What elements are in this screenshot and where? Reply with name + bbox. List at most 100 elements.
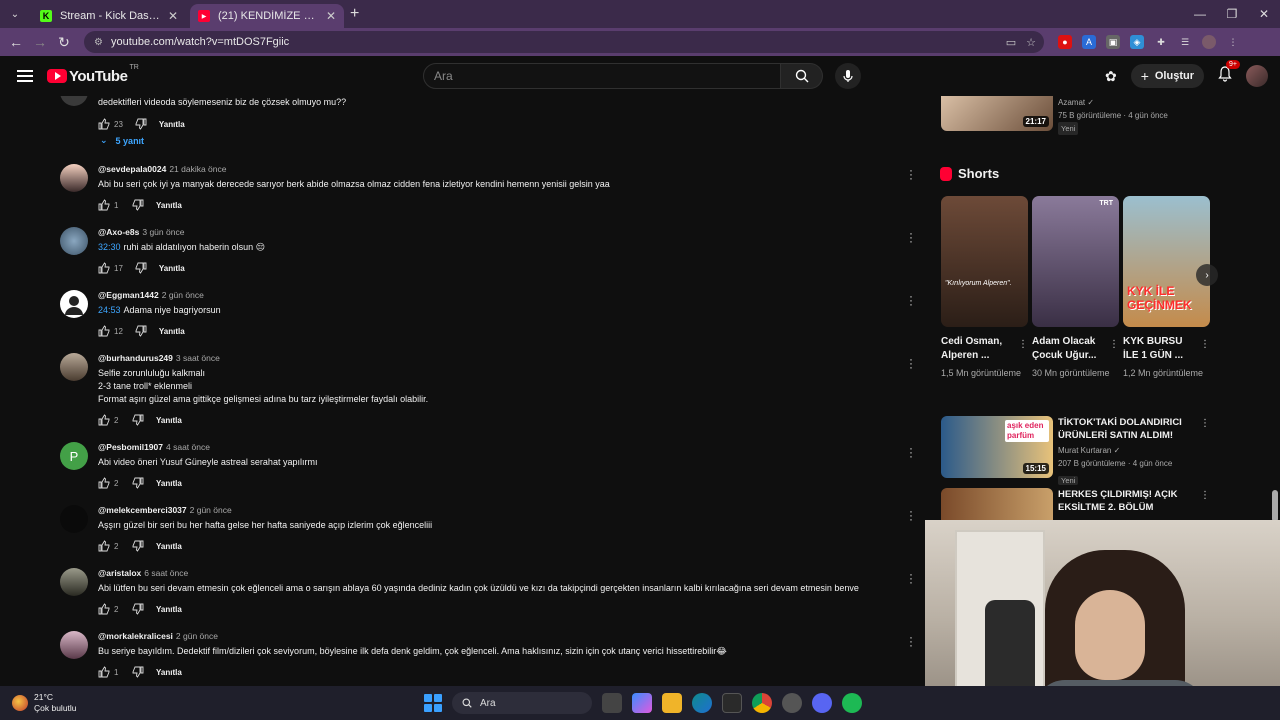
avatar[interactable] (60, 568, 88, 596)
channel-name[interactable]: Azamat (1058, 98, 1085, 107)
comment-menu-icon[interactable]: · · · (908, 290, 914, 310)
close-window-icon[interactable]: ✕ (1248, 7, 1280, 21)
reload-icon[interactable]: ↻ (52, 34, 76, 51)
comment-author[interactable]: @melekcemberci3037 (98, 505, 187, 515)
create-button[interactable]: + Oluştur (1130, 64, 1204, 88)
avatar[interactable] (60, 227, 88, 255)
comment-author[interactable]: @aristalox (98, 568, 141, 578)
reply-button[interactable]: Yanıtla (156, 542, 182, 551)
browser-menu-icon[interactable]: ⋮ (1226, 35, 1240, 49)
comment-author[interactable]: @Eggman1442 (98, 290, 159, 300)
weather-widget[interactable]: 21°C Çok bulutlu (12, 692, 77, 714)
video-thumbnail[interactable] (941, 488, 1053, 520)
menu-hamburger-icon[interactable] (17, 70, 33, 82)
more-options-icon[interactable]: ⋮ (1200, 339, 1210, 350)
extension-translate-icon[interactable]: A (1082, 35, 1096, 49)
dislike-icon[interactable] (135, 325, 147, 337)
video-thumbnail[interactable]: 21:17 (941, 96, 1053, 131)
search-input[interactable] (423, 63, 781, 89)
dislike-icon[interactable] (132, 603, 144, 615)
avatar[interactable] (60, 631, 88, 659)
extensions-puzzle-icon[interactable]: ✚ (1154, 35, 1168, 49)
avatar[interactable] (60, 164, 88, 192)
comment-menu-icon[interactable]: · · · (908, 442, 914, 462)
extension-blue-icon[interactable]: ◈ (1130, 35, 1144, 49)
like-icon[interactable] (98, 118, 110, 130)
chrome-icon[interactable] (752, 693, 772, 713)
extension-gray-icon[interactable]: ▣ (1106, 35, 1120, 49)
shorts-next-chevron-icon[interactable]: › (1196, 264, 1218, 286)
comment-menu-icon[interactable]: · · · (908, 568, 914, 588)
like-icon[interactable] (98, 477, 110, 489)
store-icon[interactable] (722, 693, 742, 713)
short-thumbnail[interactable]: "Kırılıyorum Alperen". (941, 196, 1028, 327)
dislike-icon[interactable] (132, 199, 144, 211)
video-title[interactable]: HERKES ÇILDIRMIŞ! AÇIK EKSİLTME 2. BÖLÜM (1058, 488, 1198, 514)
taskbar-search[interactable]: Ara (452, 692, 592, 714)
settings-gear-icon[interactable] (782, 693, 802, 713)
video-title[interactable]: TİKTOK'TAKİ DOLANDIRICI ÜRÜNLERİ SATIN A… (1058, 416, 1198, 442)
close-tab-icon[interactable]: ✕ (168, 9, 178, 23)
forward-icon[interactable]: → (28, 34, 52, 50)
minimize-icon[interactable]: — (1184, 7, 1216, 21)
voice-search-button[interactable] (835, 63, 861, 89)
comment-time[interactable]: 2 gün önce (162, 290, 204, 300)
comment-menu-icon[interactable]: · · · (908, 631, 914, 651)
dislike-icon[interactable] (135, 262, 147, 274)
reply-button[interactable]: Yanıtla (156, 605, 182, 614)
comment-time[interactable]: 2 gün önce (190, 505, 232, 515)
profile-avatar-icon[interactable] (1202, 35, 1216, 49)
copilot-icon[interactable] (632, 693, 652, 713)
comment-author[interactable]: @burhandurus249 (98, 353, 173, 363)
file-explorer-icon[interactable] (662, 693, 682, 713)
comment-author[interactable]: @Axo-e8s (98, 227, 139, 237)
spotify-icon[interactable] (842, 693, 862, 713)
avatar[interactable] (60, 290, 88, 318)
comment-time[interactable]: 3 gün önce (142, 227, 184, 237)
notifications-button[interactable]: 9+ (1218, 59, 1240, 87)
reply-button[interactable]: Yanıtla (156, 416, 182, 425)
more-options-icon[interactable]: ⋮ (1018, 339, 1028, 350)
short-title[interactable]: Adam Olacak Çocuk Uğur... (1032, 335, 1102, 363)
more-options-icon[interactable]: ⋮ (1200, 490, 1210, 501)
short-item[interactable]: "Kırılıyorum Alperen". Cedi Osman, Alper… (941, 196, 1028, 380)
cast-icon[interactable]: ▭ (1006, 36, 1016, 49)
short-item[interactable]: TRT Adam Olacak Çocuk Uğur... 30 Mn görü… (1032, 196, 1119, 380)
avatar[interactable] (60, 505, 88, 533)
short-item[interactable]: KYK İLE GEÇİNMEK KYK BURSU İLE 1 GÜN ...… (1123, 196, 1210, 380)
short-thumbnail[interactable]: KYK İLE GEÇİNMEK (1123, 196, 1210, 327)
comment-menu-icon[interactable]: · · · (908, 353, 914, 373)
page-scrollbar[interactable] (1272, 490, 1278, 522)
dislike-icon[interactable] (135, 118, 147, 130)
comment-author[interactable]: @morkalekralicesi (98, 631, 173, 641)
dislike-icon[interactable] (132, 540, 144, 552)
extension-red-icon[interactable]: ● (1058, 35, 1072, 49)
more-options-icon[interactable]: ⋮ (1109, 339, 1119, 350)
like-icon[interactable] (98, 603, 110, 615)
account-avatar[interactable] (1246, 65, 1268, 87)
channel-name[interactable]: Murat Kurtaran (1058, 446, 1111, 455)
windows-start-icon[interactable] (424, 694, 442, 712)
search-button[interactable] (781, 63, 823, 89)
discord-icon[interactable] (812, 693, 832, 713)
short-title[interactable]: Cedi Osman, Alperen ... (941, 335, 1011, 363)
more-options-icon[interactable]: ⋮ (1200, 418, 1210, 429)
comment-menu-icon[interactable]: · · · (908, 505, 914, 525)
youtube-logo[interactable]: YouTube TR (47, 64, 139, 85)
address-bar[interactable]: ⚙ youtube.com/watch?v=mtDOS7Fgiic ▭ ☆ (84, 31, 1044, 53)
like-icon[interactable] (98, 414, 110, 426)
dislike-icon[interactable] (132, 666, 144, 678)
reply-button[interactable]: Yanıtla (159, 120, 185, 129)
reading-list-icon[interactable]: ☰ (1178, 35, 1192, 49)
view-replies-button[interactable]: ⌄ 5 yanıt (100, 135, 144, 146)
bookmark-star-icon[interactable]: ☆ (1026, 36, 1036, 49)
dislike-icon[interactable] (132, 477, 144, 489)
close-tab-icon[interactable]: ✕ (326, 9, 336, 23)
tab-search-chevron-icon[interactable]: ⌄ (4, 4, 26, 24)
comment-author[interactable]: @sevdepala0024 (98, 164, 166, 174)
back-icon[interactable]: ← (4, 34, 28, 50)
avatar[interactable] (60, 96, 88, 106)
comment-time[interactable]: 4 saat önce (166, 442, 210, 452)
comment-menu-icon[interactable]: · · · (908, 164, 914, 184)
task-view-icon[interactable] (602, 693, 622, 713)
